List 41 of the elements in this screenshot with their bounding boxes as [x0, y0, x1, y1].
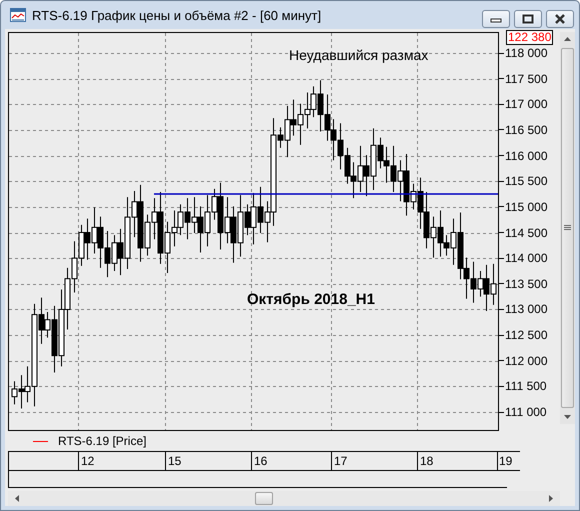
price-label: 111 500 — [505, 379, 547, 394]
scroll-left-icon[interactable] — [14, 494, 20, 503]
price-label: 115 500 — [505, 174, 548, 188]
close-icon — [554, 14, 566, 24]
date-label: 19 — [499, 454, 512, 468]
grip-icon — [564, 225, 571, 231]
date-label: 18 — [420, 454, 434, 468]
price-label: 114 500 — [505, 226, 548, 240]
scroll-right-icon[interactable] — [548, 494, 554, 503]
date-label: 16 — [254, 454, 268, 468]
scroll-thumb[interactable] — [255, 492, 273, 505]
price-label: 111 000 — [505, 405, 547, 420]
price-label: 112 500 — [505, 328, 548, 342]
price-label: 117 000 — [505, 97, 548, 112]
date-label: 15 — [168, 454, 182, 468]
window-title: RTS-6.19 График цены и объёма #2 - [60 минут] — [32, 8, 322, 22]
maximize-button[interactable] — [514, 10, 542, 28]
price-label: 114 000 — [505, 251, 548, 266]
price-label: 116 000 — [505, 148, 548, 163]
close-button[interactable] — [546, 10, 574, 28]
price-label: 115 000 — [505, 200, 548, 214]
vertical-scrollbar[interactable] — [560, 32, 575, 424]
price-label: 113 500 — [505, 276, 548, 291]
current-price-label: 122 380 — [506, 30, 554, 45]
scroll-down-icon[interactable] — [563, 414, 572, 420]
price-label: 117 500 — [505, 72, 548, 86]
price-label: 118 000 — [505, 46, 548, 60]
chart-window-icon — [10, 8, 26, 22]
date-label: 12 — [81, 454, 94, 468]
price-label: 116 500 — [505, 122, 548, 137]
minimize-button[interactable] — [482, 10, 510, 28]
chart-annotation: Неудавшийся размах — [289, 47, 428, 63]
scroll-thumb[interactable] — [561, 48, 574, 408]
price-label: 113 000 — [505, 302, 548, 316]
price-label: 112 000 — [505, 354, 548, 368]
chart-annotation: Октябрь 2018_H1 — [247, 291, 375, 308]
scroll-up-icon[interactable] — [563, 36, 572, 42]
date-label: 17 — [334, 454, 348, 468]
legend-label: RTS-6.19 [Price] — [58, 434, 146, 448]
horizontal-scrollbar[interactable] — [8, 491, 560, 506]
maximize-icon — [522, 14, 534, 24]
